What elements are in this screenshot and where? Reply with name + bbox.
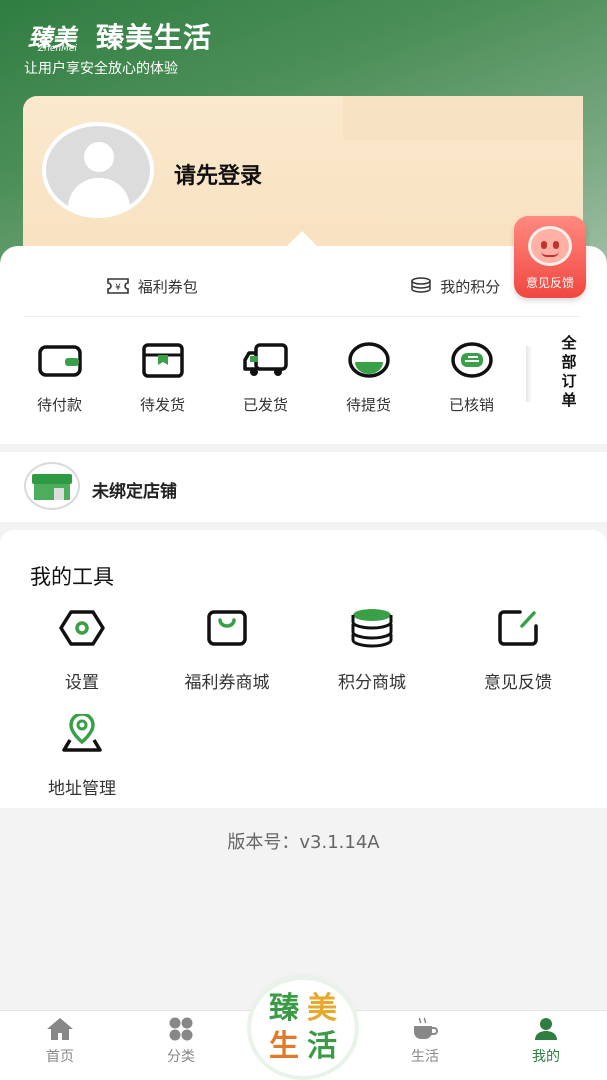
tools-title: 我的工具 [30, 565, 114, 589]
brand: 臻美 ZhenMei 臻美生活 [24, 16, 212, 56]
points-link[interactable]: 我的积分 [304, 266, 607, 306]
order-label: 已核销 [448, 396, 494, 414]
ticket-icon: ¥ [106, 278, 129, 294]
brand-name: 臻美生活 [96, 21, 213, 54]
center-logo-button[interactable]: 臻 美 生 活 [251, 980, 355, 1076]
brand-logo: 臻美 ZhenMei [24, 18, 90, 54]
category-icon [169, 1017, 193, 1041]
tool-coupon-mall[interactable]: 福利券商城 [152, 606, 302, 693]
bag-icon [207, 610, 247, 646]
coins-icon [351, 609, 393, 648]
order-label: 已发货 [242, 396, 288, 414]
orders-separator [526, 346, 532, 402]
tab-label: 生活 [411, 1049, 439, 1065]
tab-label: 首页 [46, 1049, 74, 1065]
coupon-wallet-link[interactable]: ¥ 福利券包 [0, 266, 304, 306]
user-icon [535, 1018, 557, 1040]
tool-points-mall[interactable]: 积分商城 [297, 606, 447, 693]
all-orders-link[interactable]: 全部订单 [558, 334, 580, 410]
wallet-row: ¥ 福利券包 我的积分 [0, 266, 607, 306]
tool-feedback[interactable]: 意见反馈 [443, 606, 593, 693]
home-icon [47, 1018, 73, 1040]
order-label: 待付款 [36, 396, 82, 414]
tool-address[interactable]: 地址管理 [7, 712, 157, 799]
logo-char: 活 [307, 1029, 337, 1064]
tab-mine[interactable]: 我的 [496, 1016, 596, 1066]
order-verified[interactable]: 已核销 [420, 340, 523, 420]
order-label: 待提货 [345, 396, 391, 414]
coffee-icon [414, 1017, 438, 1039]
tab-life[interactable]: 生活 [375, 1016, 475, 1066]
store-icon [24, 462, 80, 510]
tab-label: 分类 [167, 1049, 195, 1065]
order-label: 待发货 [139, 396, 185, 414]
tab-label: 我的 [532, 1049, 560, 1065]
verified-icon [450, 342, 493, 378]
settings-icon [59, 610, 105, 646]
box-icon [141, 343, 184, 378]
avatar[interactable] [42, 122, 154, 218]
login-prompt[interactable]: 请先登录 [174, 158, 262, 190]
logo-char: 美 [307, 991, 337, 1026]
version-text: 版本号：v3.1.14A [227, 832, 380, 853]
tab-home[interactable]: 首页 [10, 1016, 110, 1066]
coupon-wallet-label: 福利券包 [137, 277, 198, 296]
divider [24, 316, 580, 317]
points-label: 我的积分 [440, 277, 501, 296]
svg-text:¥: ¥ [115, 283, 121, 293]
brand-slogan: 让用户享安全放心的体验 [24, 61, 178, 77]
order-status-row: 待付款 待发货 已发货 待提货 已核销 [8, 340, 528, 420]
order-pending-pickup[interactable]: 待提货 [317, 340, 420, 420]
order-pending-payment[interactable]: 待付款 [8, 340, 111, 420]
location-icon [62, 714, 102, 752]
logo-char: 臻 [269, 991, 299, 1026]
store-label: 未绑定店铺 [92, 482, 177, 502]
coins-stack-icon [411, 277, 431, 293]
tool-label: 积分商城 [338, 673, 406, 693]
tool-label: 地址管理 [48, 779, 116, 799]
order-pending-ship[interactable]: 待发货 [111, 340, 214, 420]
truck-icon [242, 343, 288, 376]
default-avatar-icon [46, 126, 150, 214]
brand-logo-sub: ZhenMei [38, 44, 77, 54]
order-shipped[interactable]: 已发货 [214, 340, 317, 420]
pickup-icon [347, 342, 390, 378]
tool-label: 设置 [65, 673, 99, 693]
tab-category[interactable]: 分类 [131, 1016, 231, 1066]
wallet-icon [37, 345, 82, 377]
smiley-icon [528, 226, 572, 266]
tool-settings[interactable]: 设置 [7, 606, 157, 693]
logo-char: 生 [269, 1029, 299, 1064]
edit-icon [498, 610, 538, 646]
tool-label: 意见反馈 [484, 673, 552, 693]
tool-label: 福利券商城 [184, 673, 270, 693]
